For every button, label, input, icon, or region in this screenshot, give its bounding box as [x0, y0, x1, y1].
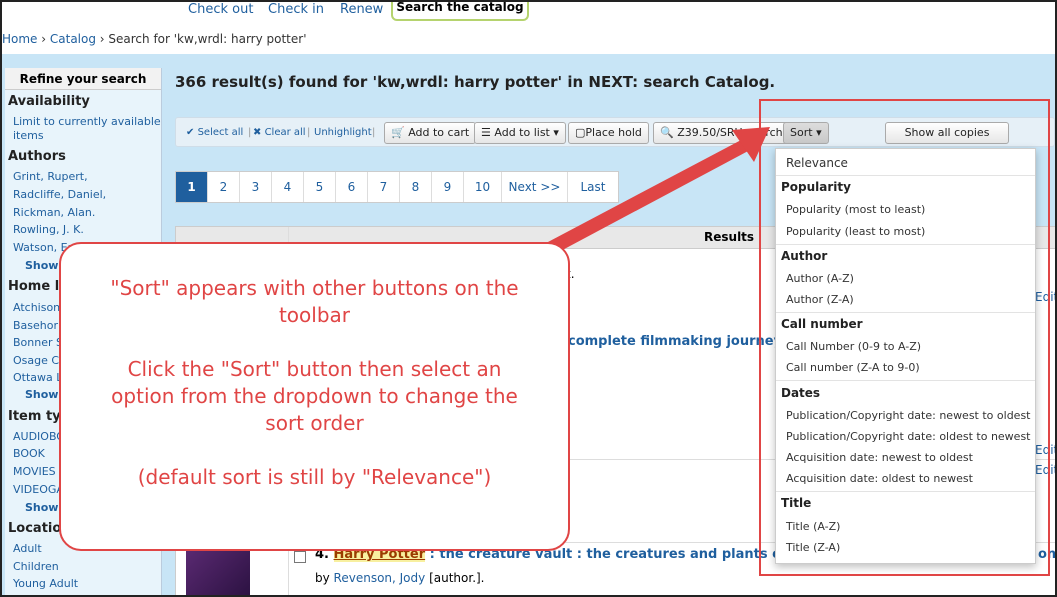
- screenshot-frame: Check out Check in Renew Search the cata…: [0, 0, 1057, 597]
- callout-spacer: [61, 437, 568, 464]
- callout-line: sort order: [265, 411, 364, 435]
- callout-line: Click the "Sort" button then select an: [127, 357, 502, 381]
- annotation-callout: "Sort" appears with other buttons on the…: [59, 242, 570, 551]
- callout-spacer: [61, 329, 568, 356]
- callout-line: "Sort" appears with other buttons on the: [110, 276, 519, 300]
- arrow-shaft: [548, 139, 750, 254]
- callout-line: toolbar: [278, 303, 351, 327]
- callout-line: option from the dropdown to change the: [111, 384, 518, 408]
- callout-line: (default sort is still by "Relevance"): [137, 465, 492, 489]
